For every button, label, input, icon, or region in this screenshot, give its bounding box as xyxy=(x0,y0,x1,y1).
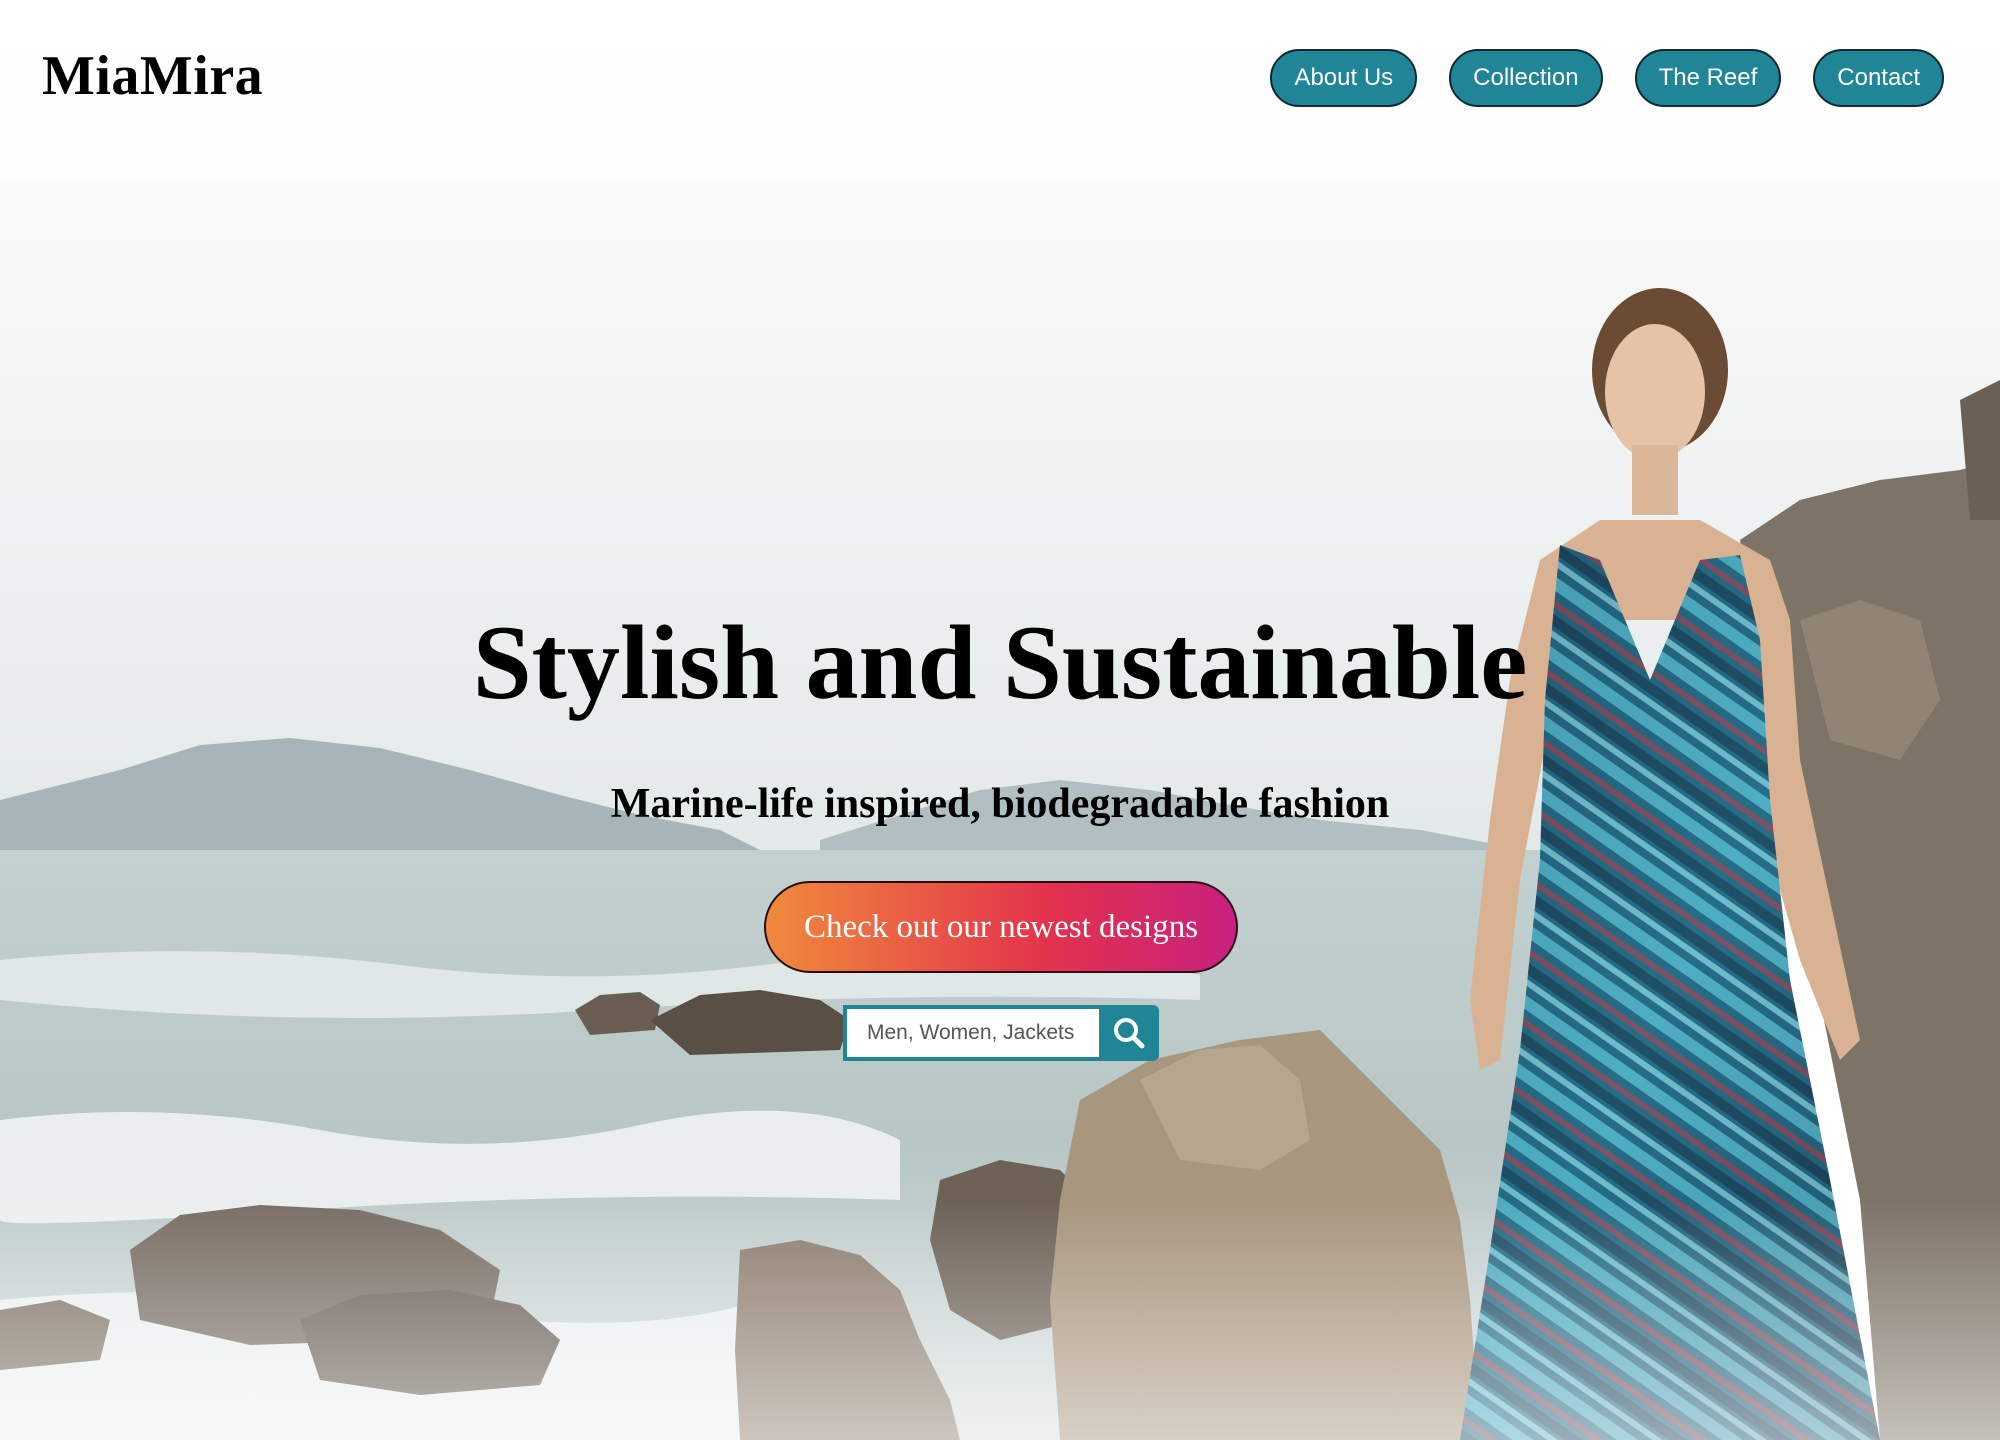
hero-subtitle: Marine-life inspired, biodegradable fash… xyxy=(610,781,1390,827)
search-icon xyxy=(1111,1015,1147,1051)
nav-about-us-button[interactable]: About Us xyxy=(1270,49,1418,107)
newest-designs-button[interactable]: Check out our newest designs xyxy=(764,881,1238,973)
nav-the-reef-button[interactable]: The Reef xyxy=(1634,49,1782,107)
nav-contact-button[interactable]: Contact xyxy=(1813,49,1944,107)
site-header: MiaMira About Us Collection The Reef Con… xyxy=(0,0,2000,160)
search-button[interactable] xyxy=(1099,1005,1159,1061)
nav-collection-button[interactable]: Collection xyxy=(1449,49,1603,107)
hero-title: Stylish and Sustainable xyxy=(472,604,1528,721)
main-nav: About Us Collection The Reef Contact xyxy=(1270,49,1944,107)
search-bar xyxy=(843,1005,1159,1061)
site-logo[interactable]: MiaMira xyxy=(42,44,263,108)
landing-page: MiaMira About Us Collection The Reef Con… xyxy=(0,0,2000,1440)
search-input[interactable] xyxy=(843,1005,1099,1061)
